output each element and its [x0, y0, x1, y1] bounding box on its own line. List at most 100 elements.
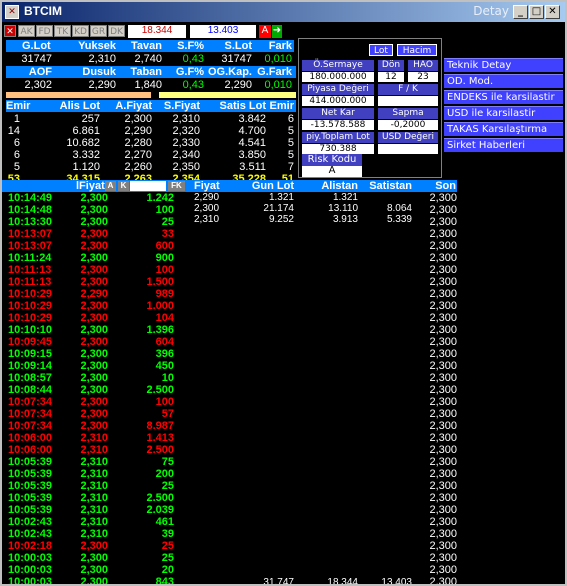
trade-lot: 1.396 [146, 324, 174, 336]
trade-time: 10:08:44 [8, 384, 53, 396]
window-title-right: Detay [473, 4, 509, 18]
hao-label: HAO [408, 60, 438, 71]
depth-cell: 14 [7, 125, 20, 137]
trade-price: 2,300 [80, 396, 108, 408]
trade-time: 10:05:39 [8, 504, 53, 516]
depth-h-sfiyat: S.Fiyat [163, 100, 200, 112]
summary-v2-gf: 0,43 [182, 79, 204, 91]
menu-item[interactable]: ENDEKS ile karsilastir [444, 90, 563, 104]
depth-h-afiyat: A.Fiyat [115, 100, 152, 112]
trades-filter-input[interactable] [130, 181, 166, 191]
summary-values-2: 2,302 2,290 1,840 0,43 2,290 0,010 [6, 79, 296, 91]
maximize-button[interactable]: □ [529, 5, 544, 19]
tb-fd-button[interactable]: FD [36, 25, 53, 37]
trade-row: 10:09:14 2,300 450 [2, 360, 192, 372]
summary-v1-tavan: 2,740 [134, 53, 162, 65]
menu-item[interactable]: Teknik Detay [444, 58, 563, 72]
son-cell: 2,300 [429, 336, 457, 348]
trade-time: 10:14:48 [8, 204, 53, 216]
trade-time: 10:05:39 [8, 492, 53, 504]
netkar-label: Net Kar [302, 108, 374, 119]
trade-lot: 57 [161, 408, 174, 420]
menu-item[interactable]: TAKAS Karsılaştırma [444, 122, 563, 136]
trade-lot: 25 [161, 540, 174, 552]
trade-price: 2,300 [80, 216, 108, 228]
lot-button[interactable]: Lot [369, 44, 393, 56]
trade-time: 10:14:49 [8, 192, 53, 204]
trade-lot: 33 [161, 228, 174, 240]
trade-time: 10:10:29 [8, 300, 53, 312]
depth-row: 5 1.120 2,260 2,350 3.511 7 [6, 161, 296, 173]
dist-h-fiyat: Fiyat [194, 180, 220, 192]
sapma-label: Sapma [378, 108, 438, 119]
summary-h1-glot: G.Lot [6, 40, 54, 52]
menu-item[interactable]: OD. Mod. [444, 74, 563, 88]
trade-time: 10:11:13 [8, 276, 52, 288]
netkar-value: -13.578.588 [302, 120, 374, 130]
trade-price: 2,300 [80, 348, 108, 360]
close-button[interactable]: ✕ [545, 5, 560, 19]
trade-row: 10:00:03 2,300 843 [2, 576, 192, 586]
trade-row: 10:07:34 2,300 100 [2, 396, 192, 408]
son-cell: 2,300 [429, 444, 457, 456]
son-cell: 2,300 [429, 552, 457, 564]
main-window: ✕ BTCIM Detay _ □ ✕ ✕ AK FD TK KD GR DK … [0, 0, 567, 586]
dist-fiyat: 2,310 [194, 214, 220, 225]
son-cell: 2,300 [429, 432, 457, 444]
trades-a-button[interactable]: A [105, 181, 116, 191]
depth-h-alislot: Alis Lot [59, 100, 100, 112]
summary-v1-sf: 0,43 [182, 53, 204, 65]
son-column: 2,300 2,300 2,300 2,300 2,300 2,300 2,300 2,300… [402, 192, 459, 584]
trade-time: 10:05:39 [8, 480, 53, 492]
menu-item[interactable]: Sirket Haberleri [444, 138, 563, 152]
trade-lot: 1.500 [146, 276, 174, 288]
trade-row: 10:10:29 2,300 1.000 [2, 300, 192, 312]
trade-price: 2,300 [80, 252, 108, 264]
trade-price: 2,300 [80, 360, 108, 372]
summary-h1-sf: S.F% [164, 40, 206, 52]
hacim-button[interactable]: Hacim [397, 44, 437, 56]
tb-dk-button[interactable]: DK [108, 25, 125, 37]
depth-rows: 1 257 2,300 2,310 3.842 6 14 6.861 2,290 2,320 4.7… [6, 113, 296, 185]
close-symbol-icon[interactable]: ✕ [4, 25, 16, 37]
dist-header: Fiyat Gun Lot Alistan Satistan Son [194, 180, 457, 192]
trade-row: 10:07:34 2,300 57 [2, 408, 192, 420]
depth-color-bar [6, 92, 296, 98]
trade-price: 2,300 [80, 564, 108, 576]
depth-cell: 257 [81, 113, 100, 125]
summary-h2-taban: Taban [130, 66, 162, 78]
fk-value [378, 96, 438, 106]
osermaye-label: Ö.Sermaye [302, 60, 374, 71]
trade-price: 2,300 [80, 552, 108, 564]
trade-lot: 2.039 [146, 504, 174, 516]
summary-h1-fark: Fark [254, 40, 294, 52]
tb-gr-button[interactable]: GR [90, 25, 107, 37]
menu-item[interactable]: USD ile karsilastir [444, 106, 563, 120]
son-cell: 2,300 [429, 540, 457, 552]
son-cell: 2,300 [429, 240, 457, 252]
dist-footer-gunlot: 31.747 [263, 577, 294, 586]
title-bar[interactable]: ✕ BTCIM Detay _ □ ✕ [2, 2, 565, 22]
trade-row: 10:05:39 2,310 2.500 [2, 492, 192, 504]
depth-row: 6 10.682 2,280 2,330 4.541 5 [6, 137, 296, 149]
trades-fk-button[interactable]: FK [168, 181, 185, 191]
trade-row: 10:13:07 2,300 33 [2, 228, 192, 240]
trade-row: 10:06:00 2,310 1.413 [2, 432, 192, 444]
tb-ak-button[interactable]: AK [18, 25, 35, 37]
trade-lot: 100 [155, 264, 174, 276]
trade-time: 10:10:10 [8, 324, 53, 336]
minimize-button[interactable]: _ [513, 5, 528, 19]
trades-h-fiyat: lFiyat [76, 180, 105, 192]
trades-k-button[interactable]: K [118, 181, 129, 191]
arrow-right-icon[interactable]: ➜ [272, 25, 282, 38]
son-cell: 2,300 [429, 288, 457, 300]
summary-v1-slot: 31747 [221, 53, 252, 65]
fk-label: F / K [378, 84, 438, 95]
dist-h-son: Son [435, 180, 456, 192]
tb-kd-button[interactable]: KD [72, 25, 89, 37]
summary-h2-gf: G.F% [175, 66, 204, 78]
trade-lot: 396 [155, 348, 174, 360]
tb-tk-button[interactable]: TK [54, 25, 71, 37]
trade-price: 2,310 [80, 480, 108, 492]
trade-price: 2,300 [80, 576, 108, 586]
